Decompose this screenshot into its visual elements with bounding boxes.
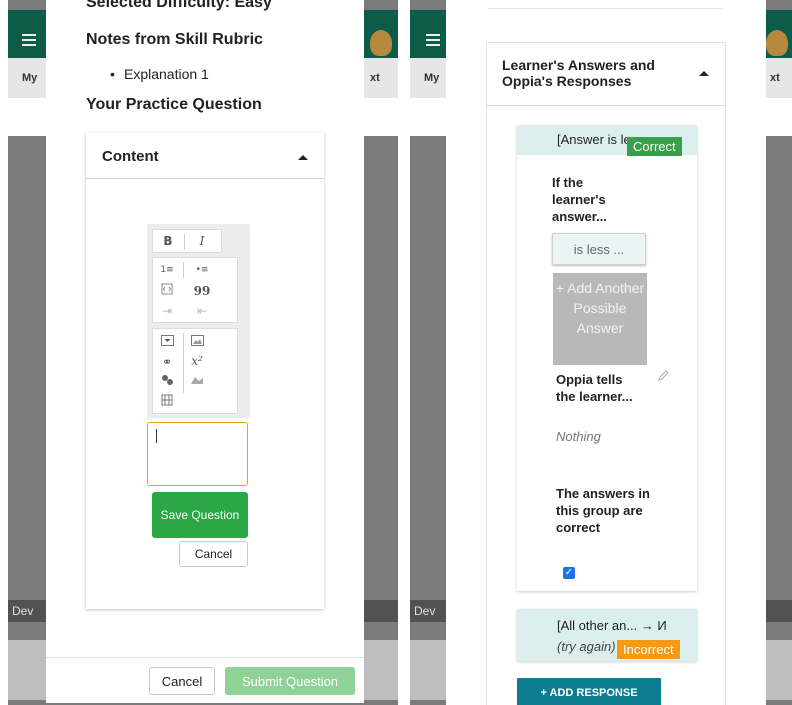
hamburger-menu-icon[interactable]: [22, 34, 36, 46]
toolbar-insert-group: ⚭ x²: [152, 328, 238, 414]
selected-difficulty-heading: Selected Difficulty: Easy: [86, 0, 272, 11]
responses-modal: Learner's Answers and Oppia's Responses …: [446, 0, 766, 705]
skill-link-icon[interactable]: [156, 373, 178, 391]
left-screenshot-panel: My xt Dev Selected Difficulty: Easy Note…: [8, 0, 398, 705]
notes-list-item: Explanation 1: [110, 66, 209, 82]
collapse-caret-icon[interactable]: [699, 71, 709, 76]
collapse-caret-icon[interactable]: [298, 155, 308, 160]
add-another-answer-button[interactable]: + Add Another Possible Answer: [553, 273, 647, 365]
add-response-button[interactable]: + ADD RESPONSE: [517, 678, 661, 705]
top-divider: [488, 8, 723, 9]
dev-label: Dev: [12, 604, 34, 618]
oppia-tells-label: Oppia tells the learner...: [556, 372, 633, 404]
default-outcome-summary: [All other an... → И: [557, 618, 667, 633]
outdent-icon[interactable]: ⇤: [191, 302, 213, 320]
answer-group-card[interactable]: [Answer is less ... Correct If the learn…: [517, 125, 697, 591]
collapsible-icon[interactable]: [156, 333, 178, 351]
default-outcome-subtext: (try again): [557, 639, 616, 654]
code-block-icon[interactable]: [156, 282, 178, 300]
toolbar-separator: [184, 234, 185, 250]
content-card: Content B I 1≡ •≡ 99 ⇥ ⇤ ⚭ x² Save Quest…: [86, 133, 324, 609]
avatar-icon[interactable]: [370, 30, 392, 56]
bold-button[interactable]: B: [157, 232, 179, 250]
default-outcome-card[interactable]: [All other an... → И (try again) Incorre…: [517, 609, 697, 661]
content-title: Content: [102, 148, 159, 165]
answer-group-header[interactable]: [Answer is less ... Correct: [517, 125, 697, 156]
hamburger-menu-icon[interactable]: [426, 34, 440, 46]
answers-responses-card: Learner's Answers and Oppia's Responses …: [486, 42, 726, 705]
correct-answers-label: The answers in this group are correct: [556, 486, 650, 535]
footer-cancel-button[interactable]: Cancel: [149, 667, 215, 695]
math-formula-button[interactable]: x²: [186, 352, 208, 370]
bulleted-list-button[interactable]: •≡: [191, 261, 213, 279]
toolbar-separator: [183, 262, 184, 278]
modal-footer-divider: [46, 657, 364, 658]
rte-toolbar: B I 1≡ •≡ 99 ⇥ ⇤ ⚭ x²: [147, 224, 250, 418]
toolbar-separator: [183, 333, 184, 393]
tabs-icon[interactable]: [186, 373, 208, 391]
rule-chip[interactable]: is less ...: [552, 233, 646, 265]
right-screenshot-panel: My xt Dev Learner's Answers and Oppia's …: [410, 0, 792, 705]
subbar-right-text: xt: [770, 72, 780, 84]
create-question-modal: Selected Difficulty: Easy Notes from Ski…: [46, 0, 364, 703]
link-icon[interactable]: ⚭: [156, 353, 178, 371]
indent-icon[interactable]: ⇥: [156, 302, 178, 320]
avatar-icon[interactable]: [766, 30, 788, 56]
numbered-list-button[interactable]: 1≡: [156, 261, 178, 279]
practice-question-heading: Your Practice Question: [86, 96, 262, 113]
correct-status-badge: Correct: [627, 137, 682, 156]
toolbar-list-group: 1≡ •≡ 99 ⇥ ⇤: [152, 257, 238, 323]
correct-checkbox[interactable]: ✓: [563, 567, 575, 579]
incorrect-status-badge: Incorrect: [617, 640, 680, 659]
if-learner-label: If the learner's answer...: [552, 175, 607, 224]
video-icon[interactable]: [156, 393, 178, 411]
subbar-left-text: My: [424, 72, 440, 84]
image-icon[interactable]: [186, 333, 208, 351]
text-cursor: [156, 429, 157, 443]
cancel-button[interactable]: Cancel: [179, 541, 248, 567]
answers-responses-title: Learner's Answers and Oppia's Responses: [502, 57, 655, 89]
dev-label: Dev: [414, 604, 436, 618]
save-question-button[interactable]: Save Question: [152, 492, 248, 538]
italic-button[interactable]: I: [191, 232, 213, 250]
notes-heading: Notes from Skill Rubric: [86, 31, 263, 48]
feedback-value: Nothing: [556, 429, 601, 444]
subbar-left-text: My: [22, 72, 38, 84]
edit-pencil-icon[interactable]: [657, 369, 669, 387]
answers-responses-header[interactable]: Learner's Answers and Oppia's Responses: [487, 43, 725, 106]
rte-editor-input[interactable]: [147, 422, 248, 486]
content-card-header[interactable]: Content: [86, 133, 324, 179]
toolbar-format-group: B I: [152, 229, 222, 253]
subbar-right-text: xt: [370, 72, 380, 84]
submit-question-button[interactable]: Submit Question: [225, 667, 355, 695]
blockquote-button[interactable]: 99: [191, 282, 213, 300]
